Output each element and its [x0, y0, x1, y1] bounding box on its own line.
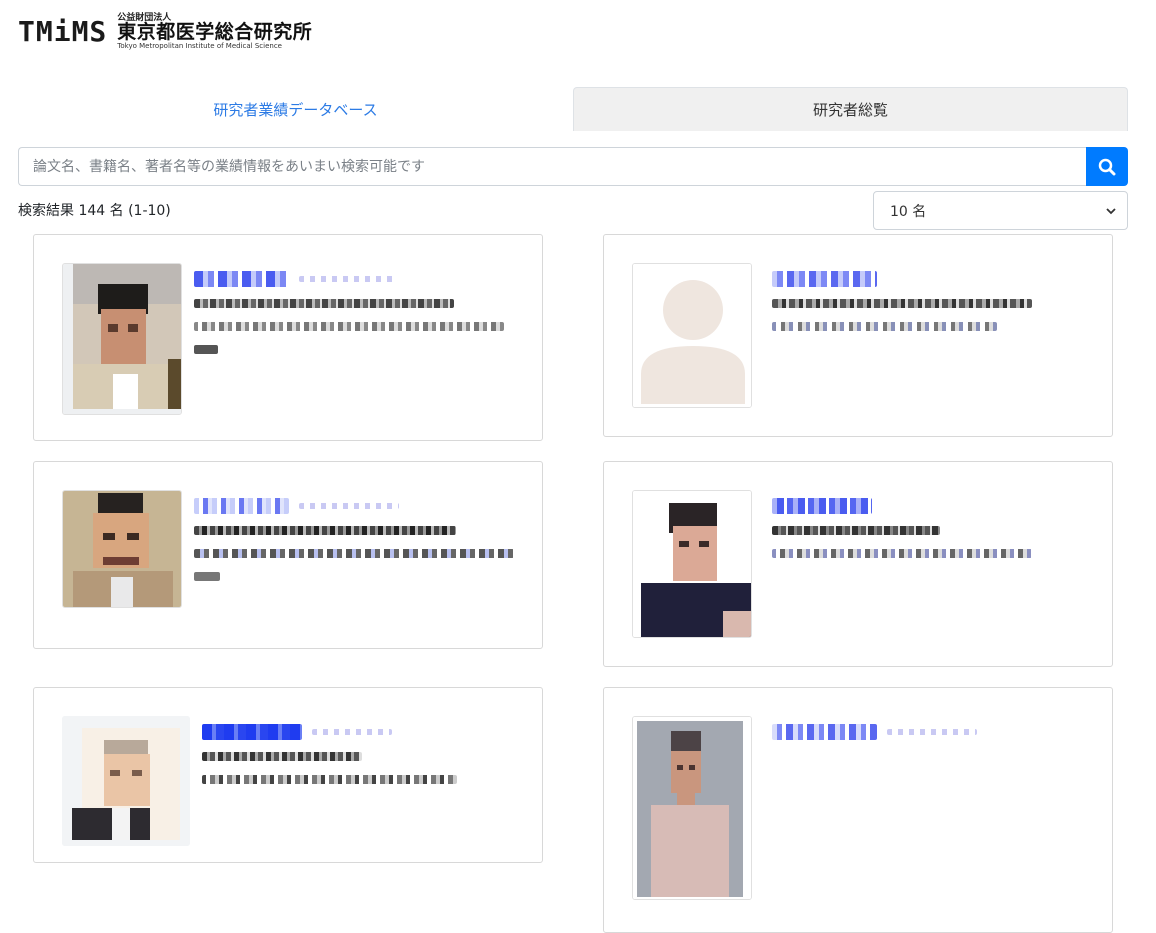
researcher-info	[202, 724, 522, 798]
logo-mark: TMiMS	[18, 15, 108, 48]
researcher-card[interactable]	[33, 687, 543, 863]
researcher-info	[772, 271, 1092, 345]
researcher-info	[772, 498, 1092, 572]
researcher-name[interactable]	[194, 271, 289, 287]
researcher-name-line	[772, 724, 1092, 740]
researcher-name[interactable]	[194, 498, 289, 514]
logo-institute-name: 東京都医学総合研究所	[117, 21, 313, 44]
researcher-photo	[62, 490, 182, 608]
logo-text: 公益財団法人 東京都医学総合研究所 Tokyo Metropolitan Ins…	[117, 13, 313, 51]
researcher-card[interactable]	[603, 234, 1113, 437]
person-photo-icon	[62, 716, 190, 846]
researcher-name-line	[194, 498, 522, 514]
researcher-photo	[62, 716, 190, 846]
researcher-photo	[62, 263, 182, 415]
researcher-name[interactable]	[772, 498, 872, 514]
researcher-card[interactable]	[33, 234, 543, 441]
researcher-name-line	[772, 271, 1092, 287]
researcher-position	[194, 549, 514, 558]
researcher-position	[202, 775, 457, 784]
search-icon	[1098, 158, 1116, 175]
researcher-name-line	[202, 724, 522, 740]
researcher-card[interactable]	[603, 461, 1113, 667]
researcher-name-kana	[299, 276, 394, 282]
researcher-photo	[632, 490, 752, 638]
researcher-name[interactable]	[772, 724, 877, 740]
researcher-name-kana	[312, 729, 392, 735]
tab-researcher-directory[interactable]: 研究者総覧	[573, 87, 1128, 131]
researcher-affiliation	[194, 299, 454, 308]
researcher-info	[772, 724, 1092, 752]
researcher-name-kana	[299, 503, 399, 509]
researcher-position	[772, 549, 1032, 558]
researcher-extra	[194, 345, 218, 354]
researcher-name[interactable]	[202, 724, 302, 740]
search-bar	[18, 147, 1128, 186]
nav-tabs: 研究者業績データベース 研究者総覧	[18, 87, 1128, 131]
person-photo-icon	[63, 491, 181, 607]
researcher-photo	[632, 263, 752, 408]
researcher-name-line	[194, 271, 522, 287]
researcher-info	[194, 498, 522, 595]
researcher-affiliation	[202, 752, 362, 761]
researcher-position	[194, 322, 504, 331]
researcher-info	[194, 271, 522, 368]
researcher-position	[772, 322, 997, 331]
search-input[interactable]	[18, 147, 1086, 186]
logo-english-name: Tokyo Metropolitan Institute of Medical …	[117, 42, 282, 51]
person-photo-icon	[633, 717, 751, 899]
researcher-extra	[194, 572, 220, 581]
researcher-affiliation	[194, 526, 456, 535]
researcher-name-kana	[887, 729, 977, 735]
default-avatar-icon	[633, 264, 751, 407]
researcher-card[interactable]	[603, 687, 1113, 933]
per-page-select[interactable]: 10 名	[873, 191, 1128, 230]
researcher-name[interactable]	[772, 271, 877, 287]
per-page-value: 10 名	[890, 203, 927, 220]
researcher-card[interactable]	[33, 461, 543, 649]
researcher-photo	[632, 716, 752, 900]
person-photo-icon	[633, 491, 751, 637]
site-logo[interactable]: TMiMS 公益財団法人 東京都医学総合研究所 Tokyo Metropolit…	[18, 8, 312, 56]
researcher-affiliation	[772, 299, 1032, 308]
result-count: 検索結果 144 名 (1-10)	[18, 203, 171, 219]
person-photo-icon	[63, 264, 181, 414]
researcher-name-line	[772, 498, 1092, 514]
tab-achievements-database[interactable]: 研究者業績データベース	[18, 87, 573, 131]
chevron-down-icon	[1106, 207, 1116, 214]
researcher-affiliation	[772, 526, 940, 535]
search-button[interactable]	[1086, 147, 1128, 186]
